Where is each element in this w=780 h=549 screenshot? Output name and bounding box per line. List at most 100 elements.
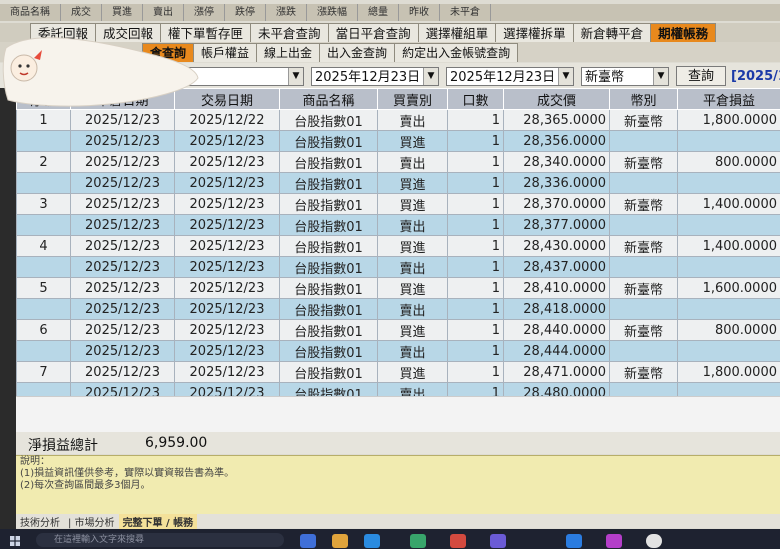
table-row[interactable]: 2025/12/23 2025/12/23 台股指數01 買進 1 28,336.0000 bbox=[16, 172, 780, 194]
cell-side: 買進 bbox=[377, 130, 448, 152]
chevron-down-icon[interactable]: ▼ bbox=[288, 68, 303, 85]
cell-qty: 1 bbox=[447, 361, 504, 383]
table-row[interactable]: 2025/12/23 2025/12/23 台股指數01 賣出 1 28,377.0000 bbox=[16, 214, 780, 236]
cell-price: 28,430.0000 bbox=[503, 235, 610, 257]
query-button[interactable]: 查詢 bbox=[676, 66, 726, 86]
quote-column-label: 總量 bbox=[358, 4, 399, 21]
cell-pnl bbox=[677, 214, 780, 236]
table-row[interactable]: 4 2025/12/23 2025/12/23 台股指數01 買進 1 28,430.000… bbox=[16, 235, 780, 257]
windows-taskbar: 在這裡輸入文字來搜尋 bbox=[0, 529, 780, 549]
quote-column-label: 昨收 bbox=[399, 4, 440, 21]
table-row[interactable]: 5 2025/12/23 2025/12/23 台股指數01 買進 1 28,410.000… bbox=[16, 277, 780, 299]
folder-icon[interactable] bbox=[332, 534, 348, 548]
cell-close-date: 2025/12/23 bbox=[70, 298, 175, 320]
tab-tabs_row1-3[interactable]: 未平倉查詢 bbox=[250, 23, 329, 43]
chrome-icon[interactable] bbox=[646, 534, 662, 548]
cell-close-date: 2025/12/23 bbox=[70, 235, 175, 257]
cell-seq: 5 bbox=[16, 277, 71, 299]
cell-pnl: 1,800.0000 bbox=[677, 109, 780, 131]
note-line: (1)損益資訊僅供參考，實際以實資報告書為準。 bbox=[20, 468, 235, 479]
cell-currency: 新臺幣 bbox=[609, 193, 678, 215]
tab-tabs_row2-1[interactable]: 帳戶權益 bbox=[193, 43, 258, 62]
tab-tabs_row2-3[interactable]: 出入金查詢 bbox=[319, 43, 396, 62]
table-row[interactable]: 3 2025/12/23 2025/12/23 台股指數01 買進 1 28,370.000… bbox=[16, 193, 780, 215]
cell-product: 台股指數01 bbox=[279, 277, 378, 299]
cell-close-date: 2025/12/23 bbox=[70, 319, 175, 341]
cell-seq: 2 bbox=[16, 151, 71, 173]
cell-price: 28,471.0000 bbox=[503, 361, 610, 383]
net-pnl-value: 6,959.00 bbox=[145, 435, 208, 451]
cell-trade-date: 2025/12/23 bbox=[174, 277, 280, 299]
tab-tabs_row2-4[interactable]: 約定出入金帳號查詢 bbox=[394, 43, 519, 62]
date-from-picker[interactable]: 2025年12月23日 ▼ bbox=[311, 67, 439, 86]
table-row[interactable]: 2025/12/23 2025/12/23 台股指數01 買進 1 28,356.0000 bbox=[16, 130, 780, 152]
cell-currency bbox=[609, 172, 678, 194]
table-row[interactable]: 6 2025/12/23 2025/12/23 台股指數01 買進 1 28,440.000… bbox=[16, 319, 780, 341]
chevron-down-icon[interactable]: ▼ bbox=[653, 68, 668, 85]
column-header[interactable]: 商品名稱 bbox=[279, 88, 378, 110]
cell-trade-date: 2025/12/23 bbox=[174, 235, 280, 257]
table-row[interactable]: 2025/12/23 2025/12/23 台股指數01 賣出 1 28,418.0000 bbox=[16, 298, 780, 320]
table-row[interactable]: 2025/12/23 2025/12/23 台股指數01 賣出 1 28,437.0000 bbox=[16, 256, 780, 278]
windows-start-icon[interactable] bbox=[10, 535, 20, 546]
date-to-value: 2025年12月23日 bbox=[450, 70, 556, 85]
quote-column-label: 成交 bbox=[61, 4, 102, 21]
currency-select[interactable]: 新臺幣 ▼ bbox=[581, 67, 669, 86]
app-icon[interactable] bbox=[410, 534, 426, 548]
app-icon[interactable] bbox=[606, 534, 622, 548]
cell-price: 28,377.0000 bbox=[503, 214, 610, 236]
cell-trade-date: 2025/12/23 bbox=[174, 298, 280, 320]
cell-side: 賣出 bbox=[377, 298, 448, 320]
cell-currency: 新臺幣 bbox=[609, 277, 678, 299]
cell-currency: 新臺幣 bbox=[609, 109, 678, 131]
cell-price: 28,410.0000 bbox=[503, 277, 610, 299]
tab-tabs_row1-5[interactable]: 選擇權組單 bbox=[417, 23, 497, 43]
app-icon[interactable] bbox=[450, 534, 466, 548]
tab-tabs_row1-6[interactable]: 選擇權拆單 bbox=[495, 23, 574, 43]
app-icon[interactable] bbox=[490, 534, 506, 548]
tab-tabs_row1-8[interactable]: 期權帳務 bbox=[650, 23, 717, 43]
table-row[interactable]: 7 2025/12/23 2025/12/23 台股指數01 買進 1 28,471.000… bbox=[16, 361, 780, 383]
column-header[interactable]: 平倉損益 bbox=[677, 88, 780, 110]
chevron-down-icon[interactable]: ▼ bbox=[558, 68, 573, 85]
cell-qty: 1 bbox=[447, 130, 504, 152]
cell-trade-date: 2025/12/23 bbox=[174, 340, 280, 362]
cell-price: 28,365.0000 bbox=[503, 109, 610, 131]
taskbar-search-input[interactable]: 在這裡輸入文字來搜尋 bbox=[36, 533, 284, 547]
cell-price: 28,440.0000 bbox=[503, 319, 610, 341]
bottom-tab-1[interactable]: | 市場分析 bbox=[64, 514, 119, 529]
chevron-down-icon[interactable]: ▼ bbox=[423, 68, 438, 85]
tab-tabs_row2-2[interactable]: 線上出金 bbox=[256, 43, 321, 62]
column-header[interactable]: 買賣別 bbox=[377, 88, 448, 110]
quote-column-label: 漲跌 bbox=[266, 4, 307, 21]
cell-side: 買進 bbox=[377, 277, 448, 299]
cell-pnl: 800.0000 bbox=[677, 319, 780, 341]
cell-currency bbox=[609, 340, 678, 362]
tab-tabs_row1-7[interactable]: 新倉轉平倉 bbox=[572, 23, 652, 43]
column-header[interactable]: 口數 bbox=[447, 88, 504, 110]
table-row[interactable]: 2025/12/23 2025/12/23 台股指數01 賣出 1 28,444.0000 bbox=[16, 340, 780, 362]
table-row[interactable]: 1 2025/12/23 2025/12/22 台股指數01 賣出 1 28,365.000… bbox=[16, 109, 780, 131]
cell-product: 台股指數01 bbox=[279, 256, 378, 278]
column-header[interactable]: 成交價 bbox=[503, 88, 610, 110]
cell-product: 台股指數01 bbox=[279, 340, 378, 362]
cell-seq bbox=[16, 298, 71, 320]
date-to-picker[interactable]: 2025年12月23日 ▼ bbox=[446, 67, 574, 86]
cell-trade-date: 2025/12/23 bbox=[174, 361, 280, 383]
cell-seq bbox=[16, 214, 71, 236]
browser-icon[interactable] bbox=[364, 534, 380, 548]
cell-close-date: 2025/12/23 bbox=[70, 214, 175, 236]
bottom-tab-2[interactable]: 完整下單 / 帳務 bbox=[118, 513, 198, 529]
cell-currency: 新臺幣 bbox=[609, 235, 678, 257]
pnl-table: 序號平倉日期交易日期商品名稱買賣別口數成交價幣別平倉損益 12025/12/23… bbox=[16, 88, 780, 404]
cell-side: 買進 bbox=[377, 172, 448, 194]
app-icon[interactable] bbox=[566, 534, 582, 548]
cell-seq: 7 bbox=[16, 361, 71, 383]
column-header[interactable]: 幣別 bbox=[609, 88, 678, 110]
bottom-tab-bar: 技術分析 | 市場分析 完整下單 / 帳務 bbox=[16, 513, 780, 529]
tab-tabs_row1-4[interactable]: 當日平倉查詢 bbox=[327, 23, 419, 43]
cell-currency bbox=[609, 214, 678, 236]
table-row[interactable]: 2 2025/12/23 2025/12/23 台股指數01 賣出 1 28,340.000… bbox=[16, 151, 780, 173]
app-icon[interactable] bbox=[300, 534, 316, 548]
bottom-tab-0[interactable]: 技術分析 bbox=[16, 514, 64, 529]
